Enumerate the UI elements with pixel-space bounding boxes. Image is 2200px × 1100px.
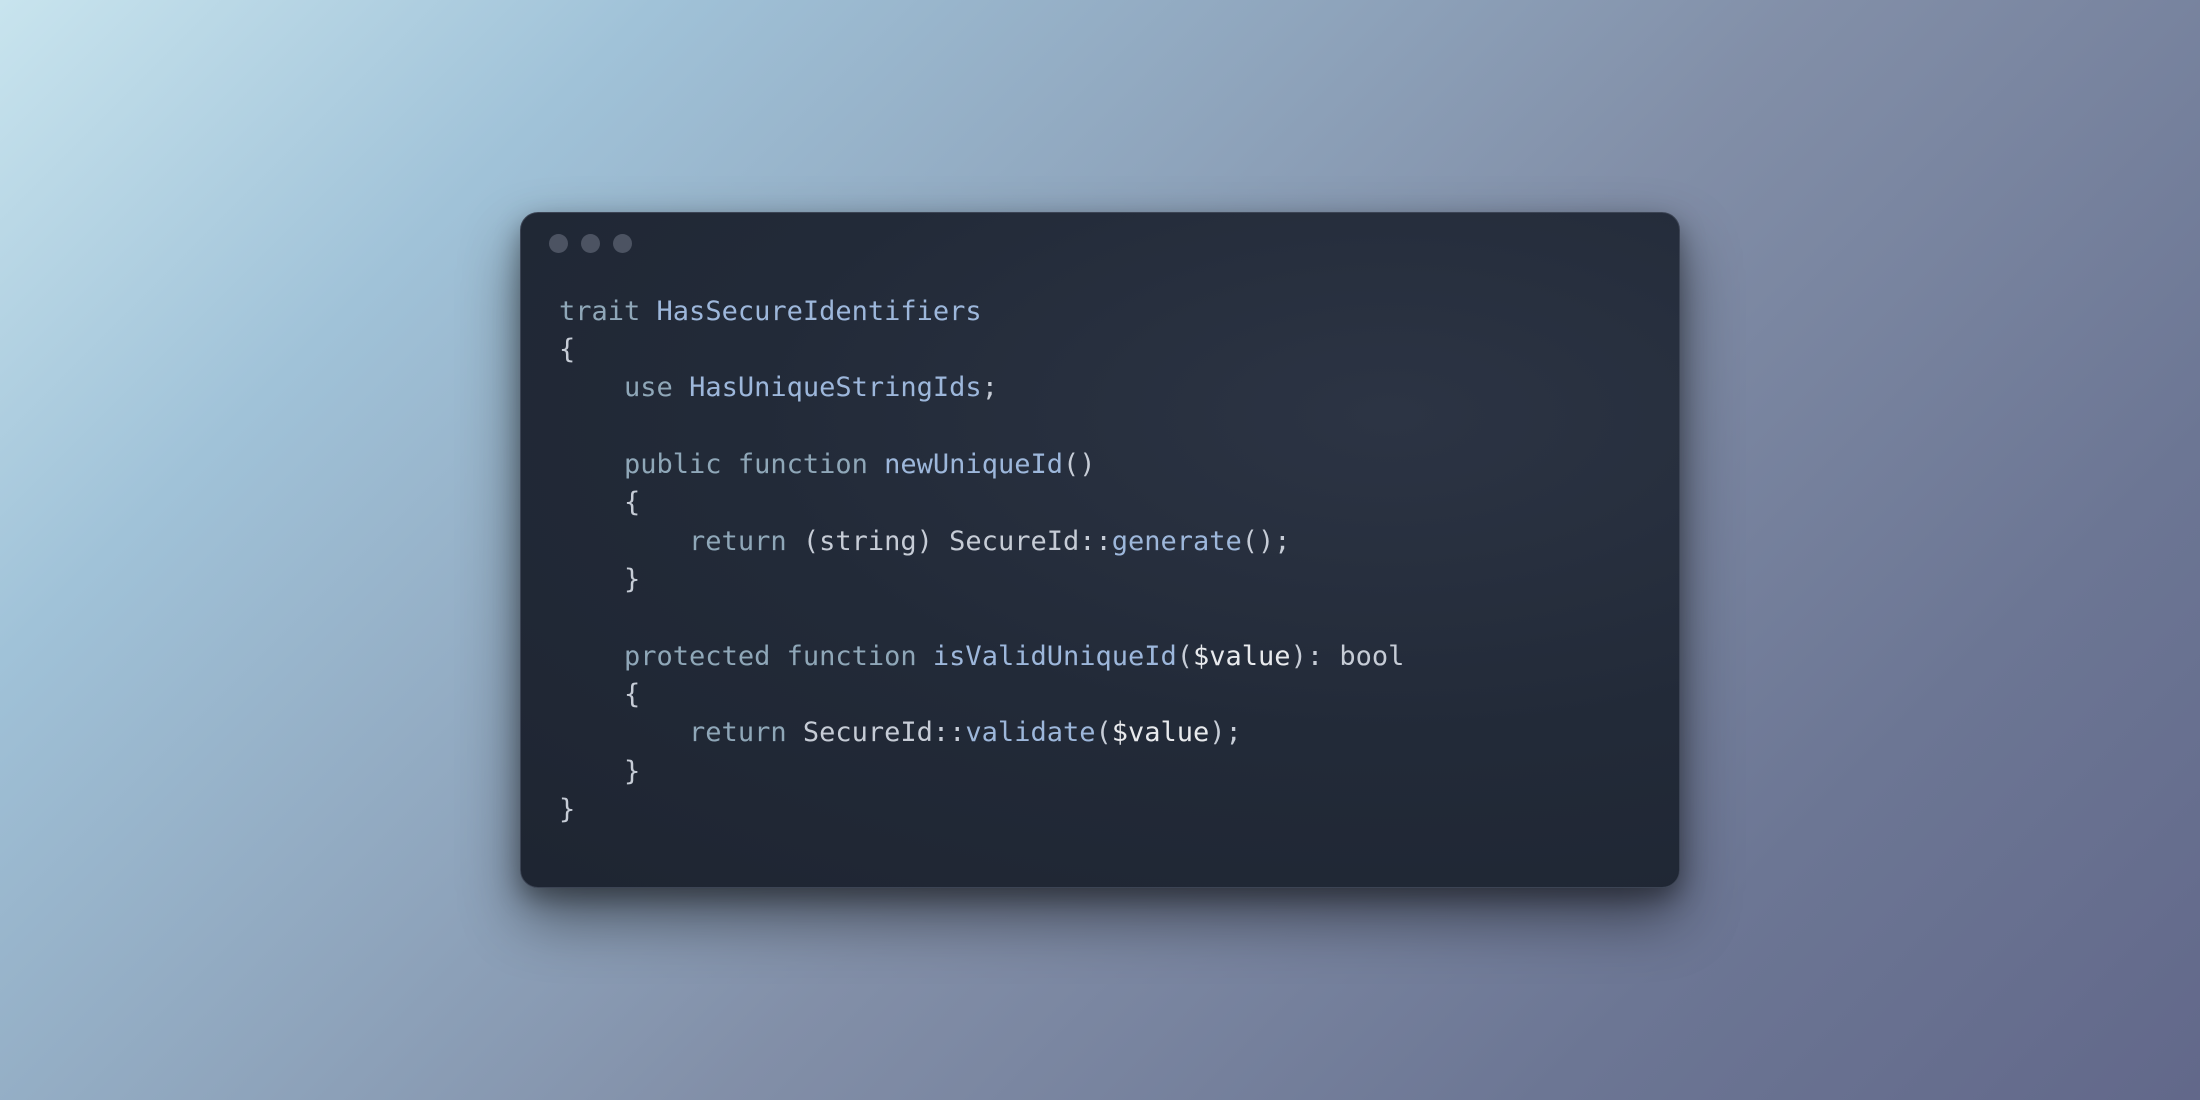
trait-name: HasSecureIdentifiers xyxy=(657,296,982,327)
paren-close-semi: ); xyxy=(1209,717,1242,748)
code-block: trait HasSecureIdentifiers { use HasUniq… xyxy=(521,275,1679,888)
method-newuniqueid: newUniqueId xyxy=(884,449,1063,480)
trait-use-name: HasUniqueStringIds xyxy=(689,372,982,403)
brace-close: } xyxy=(624,564,640,595)
window-zoom-icon[interactable] xyxy=(613,234,632,253)
paren-close-colon: ): xyxy=(1291,641,1340,672)
brace-close: } xyxy=(559,794,575,825)
cast-string: (string) xyxy=(803,526,933,557)
window-titlebar xyxy=(521,213,1679,275)
keyword-trait: trait xyxy=(559,296,640,327)
brace-open: { xyxy=(559,334,575,365)
parens: () xyxy=(1063,449,1096,480)
scope-operator: :: xyxy=(933,717,966,748)
call-validate: validate xyxy=(965,717,1095,748)
keyword-protected: protected xyxy=(624,641,770,672)
method-isvaliduniqueid: isValidUniqueId xyxy=(933,641,1177,672)
class-secureid: SecureId xyxy=(803,717,933,748)
code-window: trait HasSecureIdentifiers { use HasUniq… xyxy=(520,212,1680,889)
class-secureid: SecureId xyxy=(949,526,1079,557)
call-generate: generate xyxy=(1112,526,1242,557)
arg-value: $value xyxy=(1112,717,1210,748)
semicolon: ; xyxy=(982,372,998,403)
window-close-icon[interactable] xyxy=(549,234,568,253)
keyword-function: function xyxy=(787,641,917,672)
scope-operator: :: xyxy=(1079,526,1112,557)
param-value: $value xyxy=(1193,641,1291,672)
call-parens: (); xyxy=(1242,526,1291,557)
brace-open: { xyxy=(624,487,640,518)
window-minimize-icon[interactable] xyxy=(581,234,600,253)
brace-close: } xyxy=(624,756,640,787)
paren-open: ( xyxy=(1095,717,1111,748)
keyword-function: function xyxy=(738,449,868,480)
paren-open: ( xyxy=(1177,641,1193,672)
keyword-public: public xyxy=(624,449,722,480)
return-type-bool: bool xyxy=(1339,641,1404,672)
keyword-return: return xyxy=(689,717,787,748)
keyword-use: use xyxy=(624,372,673,403)
brace-open: { xyxy=(624,679,640,710)
keyword-return: return xyxy=(689,526,787,557)
